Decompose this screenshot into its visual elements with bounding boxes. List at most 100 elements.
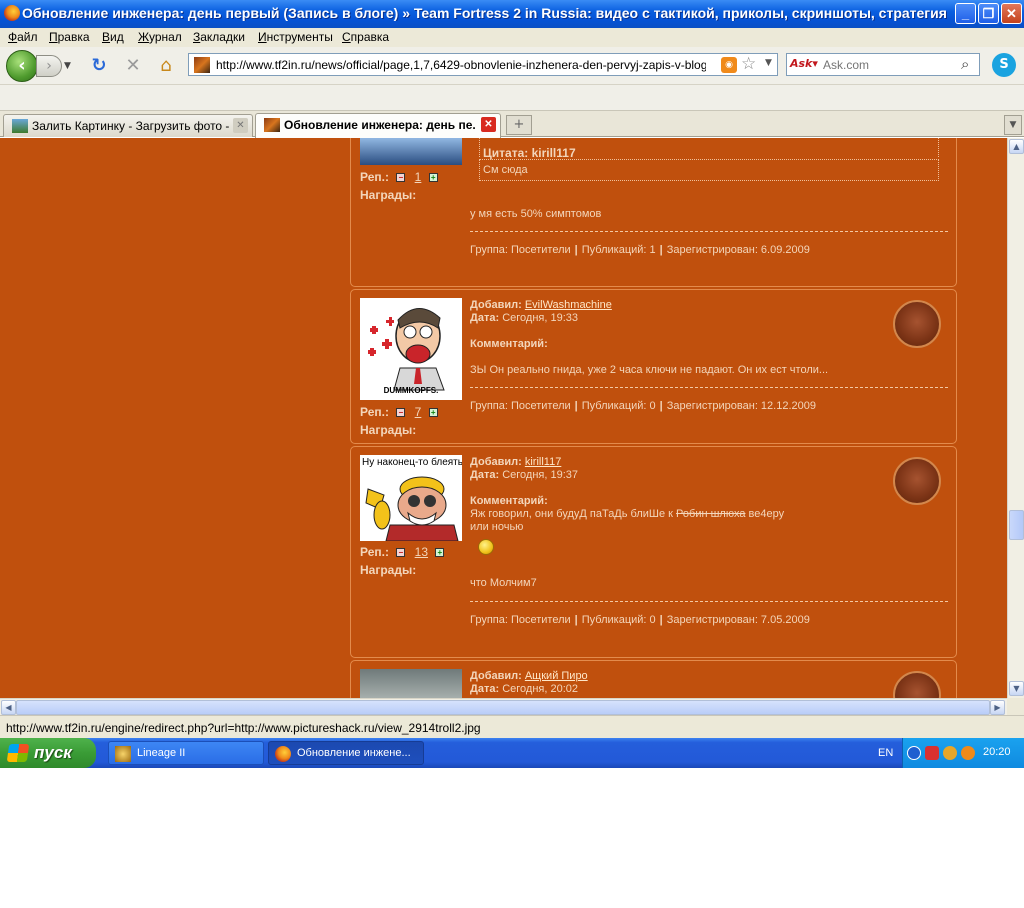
tab-close-icon[interactable]: ✕	[233, 118, 248, 133]
new-tab-button[interactable]: +	[506, 115, 532, 135]
window-title-bar: Обновление инженера: день первый (Запись…	[0, 0, 1024, 28]
menu-bar: Файл Правка Вид Журнал Закладки Инструме…	[0, 28, 1024, 47]
scroll-left-icon[interactable]: ◀	[1, 700, 16, 715]
language-indicator[interactable]: EN	[878, 747, 893, 759]
user-avatar[interactable]: DUMMKOPFS.	[360, 298, 462, 400]
comment-text: у мя есть 50% симптомов	[470, 208, 602, 220]
horizontal-scrollbar[interactable]: ◀ ▶	[0, 698, 1007, 715]
avatar-caption: Ну наконец-то блеять!	[362, 457, 462, 468]
stop-icon[interactable]: ✕	[122, 55, 144, 77]
tab-label: Залить Картинку - Загрузить фото - ...	[32, 119, 230, 133]
tab-image-upload[interactable]: Залить Картинку - Загрузить фото - ... ✕	[3, 114, 253, 137]
comment-block: Ну наконец-то блеять! Добавил: kirill117…	[350, 446, 957, 658]
reputation: Реп.: − 13 +	[360, 545, 445, 559]
minimize-button[interactable]: _	[955, 3, 976, 24]
menu-edit[interactable]: Правка	[49, 30, 90, 44]
horizontal-scroll-thumb[interactable]	[16, 700, 990, 715]
quote-text: См сюда	[483, 164, 528, 176]
quote-header: Цитата: kirill117	[483, 146, 576, 160]
user-info-line: Группа: Посетители | Публикаций: 1 | Зарегис…	[470, 244, 810, 256]
rep-value[interactable]: 1	[415, 170, 422, 184]
comment-date-line: Дата: Сегодня, 19:37	[470, 469, 578, 482]
maximize-button[interactable]: ❐	[978, 3, 999, 24]
tray-app-icon[interactable]	[943, 746, 957, 760]
reputation: Реп.: − 7 +	[360, 405, 438, 419]
menu-file[interactable]: Файл	[8, 30, 38, 44]
user-avatar[interactable]	[360, 669, 462, 698]
separator-line	[470, 387, 948, 388]
tab-list-dropdown-icon[interactable]: ▼	[1004, 115, 1022, 135]
reload-icon[interactable]: ↻	[88, 55, 110, 77]
search-input[interactable]	[823, 57, 953, 73]
tab-close-icon[interactable]: ✕	[481, 117, 496, 132]
rep-minus-icon[interactable]: −	[396, 408, 406, 418]
start-button[interactable]: пуск	[0, 738, 96, 768]
taskbar-button-firefox[interactable]: Обновление инжене...	[268, 741, 424, 765]
user-info-line: Группа: Посетители | Публикаций: 0 | Зарегис…	[470, 400, 816, 412]
comment-date-line: Дата: Сегодня, 20:02	[470, 683, 578, 696]
comment-label: Комментарий:	[470, 495, 548, 507]
reputation: Реп.: − 1 +	[360, 170, 438, 184]
vertical-scroll-thumb[interactable]	[1009, 510, 1024, 540]
rep-value[interactable]: 7	[415, 405, 422, 419]
comment-block: Добавил: Ащкий Пиро Дата: Сегодня, 20:02	[350, 660, 957, 698]
menu-history[interactable]: Журнал	[138, 30, 182, 44]
tray-expand-icon[interactable]	[907, 746, 921, 760]
rep-minus-icon[interactable]: −	[396, 173, 406, 183]
search-bar[interactable]: Ask▾ ⌕	[786, 53, 980, 76]
antivirus-icon[interactable]	[925, 746, 939, 760]
scroll-right-icon[interactable]: ▶	[990, 700, 1005, 715]
firefox-tray-icon[interactable]	[961, 746, 975, 760]
rep-value[interactable]: 13	[415, 545, 428, 559]
scroll-up-icon[interactable]: ▲	[1009, 139, 1024, 154]
url-history-dropdown-icon[interactable]: ▼	[765, 58, 772, 68]
comment-block: DUMMKOPFS. Добавил: EvilWashmachine Дата…	[350, 289, 957, 444]
rep-plus-icon[interactable]: +	[428, 408, 438, 418]
scroll-down-icon[interactable]: ▼	[1009, 681, 1024, 696]
tab-engineer-update[interactable]: Обновление инженера: день пе... ✕	[255, 113, 501, 138]
bookmark-star-icon[interactable]: ☆	[741, 54, 756, 74]
comment-author-link[interactable]: kirill117	[525, 456, 561, 468]
menu-tools[interactable]: Инструменты	[258, 30, 333, 44]
firefox-icon	[4, 5, 20, 21]
ask-engine-icon[interactable]: Ask▾	[790, 57, 820, 73]
close-button[interactable]: ✕	[1001, 3, 1022, 24]
user-avatar[interactable]	[360, 138, 462, 165]
skype-icon[interactable]: S	[992, 53, 1016, 77]
user-avatar[interactable]: Ну наконец-то блеять!	[360, 455, 462, 541]
menu-help[interactable]: Справка	[342, 30, 389, 44]
taskbar-button-lineage[interactable]: Lineage II	[108, 741, 264, 765]
user-posts: Публикаций: 1	[581, 244, 656, 256]
comment-text-part: Яж говорил, они будуД паТаДь блиШе к	[470, 508, 677, 520]
lineage-icon	[115, 746, 131, 762]
forward-button[interactable]: ›	[36, 55, 62, 77]
rep-minus-icon[interactable]: −	[396, 548, 406, 558]
awards-label: Награды:	[360, 423, 417, 437]
vertical-scrollbar[interactable]: ▲ ▼	[1007, 138, 1024, 698]
user-class-badge-icon	[893, 671, 941, 698]
menu-view[interactable]: Вид	[102, 30, 124, 44]
comment-author-link[interactable]: EvilWashmachine	[525, 299, 612, 311]
user-class-badge-icon	[893, 457, 941, 505]
comment-author-link[interactable]: Ащкий Пиро	[525, 670, 588, 682]
comment-date: Сегодня, 20:02	[502, 683, 578, 695]
taskbar-button-label: Обновление инжене...	[297, 747, 411, 759]
menu-bookmarks[interactable]: Закладки	[193, 30, 245, 44]
tab-bar: Залить Картинку - Загрузить фото - ... ✕…	[0, 111, 1024, 138]
comment-strikethrough-text: Робин шлюха	[676, 508, 746, 520]
rep-label: Реп.:	[360, 170, 389, 184]
back-button[interactable]: ‹	[6, 50, 38, 82]
comment-text-after: что Молчим7	[470, 577, 537, 589]
history-dropdown-icon[interactable]: ▼	[64, 61, 71, 71]
search-magnifier-icon[interactable]: ⌕	[961, 55, 969, 73]
date-label: Дата:	[470, 312, 500, 324]
address-bar[interactable]: ◉ ☆ ▼	[188, 53, 778, 76]
rss-feed-icon[interactable]: ◉	[721, 57, 737, 73]
rep-plus-icon[interactable]: +	[435, 548, 445, 558]
url-input[interactable]	[216, 56, 706, 73]
rep-plus-icon[interactable]: +	[428, 173, 438, 183]
rep-label: Реп.:	[360, 545, 389, 559]
system-tray: 20:20	[902, 738, 1024, 768]
comment-heading: Комментарий:	[470, 495, 548, 508]
home-icon[interactable]: ⌂	[155, 55, 177, 77]
